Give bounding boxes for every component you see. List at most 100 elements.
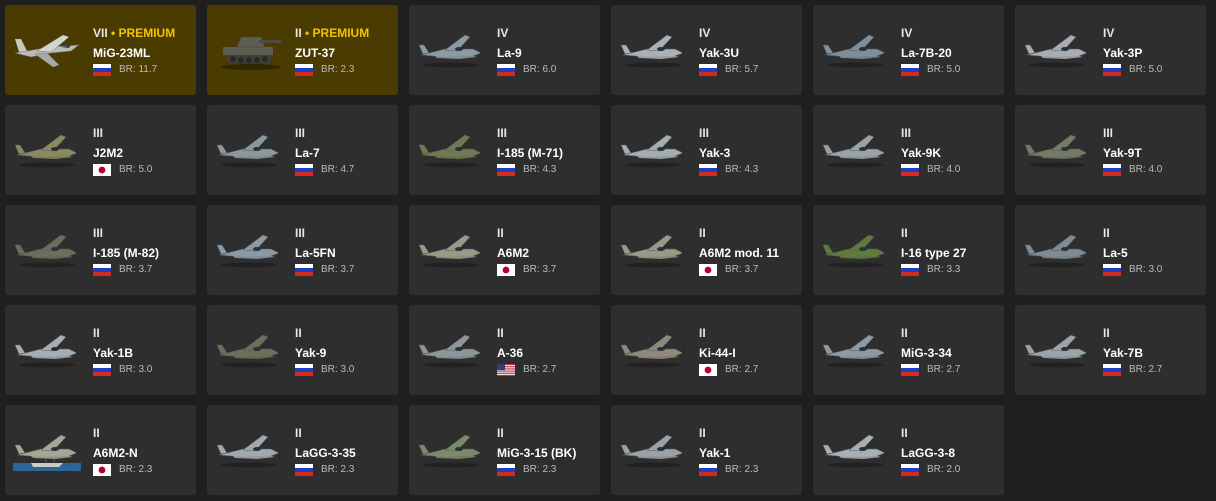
- vehicle-meta: BR: 2.3: [295, 63, 394, 76]
- battle-rating: BR: 5.7: [725, 63, 759, 75]
- plane-thumbnail-icon: [1021, 323, 1093, 375]
- vehicle-rank: III: [497, 126, 596, 140]
- rank-numeral: II: [93, 426, 100, 440]
- vehicle-meta: BR: 6.0: [497, 63, 596, 76]
- battle-rating: BR: 5.0: [927, 63, 961, 75]
- rank-numeral: IV: [497, 26, 509, 40]
- vehicle-card-yak-9t[interactable]: III Yak-9T BR: 4.0: [1015, 105, 1206, 195]
- vehicle-card-mig-3-34[interactable]: II MiG-3-34 BR: 2.7: [813, 305, 1004, 395]
- vehicle-rank: VII • PREMIUM: [93, 26, 192, 40]
- japan-flag-icon: [93, 463, 111, 476]
- vehicle-info: III Yak-3 BR: 4.3: [699, 126, 798, 176]
- vehicle-card-yak-9[interactable]: II Yak-9 BR: 3.0: [207, 305, 398, 395]
- vehicle-name: Yak-1B: [93, 346, 134, 360]
- ussr-flag-icon: [1103, 63, 1121, 76]
- vehicle-card-yak-9k[interactable]: III Yak-9K BR: 4.0: [813, 105, 1004, 195]
- vehicle-card-yak-3[interactable]: III Yak-3 BR: 4.3: [611, 105, 802, 195]
- plane-thumbnail-icon: [617, 223, 689, 275]
- rank-numeral: II: [699, 326, 706, 340]
- vehicle-card-i-16-type-27[interactable]: II I-16 type 27 BR: 3.3: [813, 205, 1004, 295]
- battle-rating: BR: 5.0: [119, 163, 153, 175]
- vehicle-card-lagg-3-8[interactable]: II LaGG-3-8 BR: 2.0: [813, 405, 1004, 495]
- vehicle-name: Yak-9K: [901, 146, 942, 160]
- vehicle-name: La-9: [497, 46, 522, 60]
- vehicle-card-la-5[interactable]: II La-5 BR: 3.0: [1015, 205, 1206, 295]
- premium-label: PREMIUM: [312, 26, 370, 40]
- battle-rating: BR: 3.0: [321, 363, 355, 375]
- vehicle-info: II Yak-7B BR: 2.7: [1103, 326, 1202, 376]
- plane-thumbnail-icon: [415, 23, 487, 75]
- vehicle-name: A6M2-N: [93, 446, 138, 460]
- vehicle-name: MiG-3-15 (BK): [497, 446, 577, 460]
- plane-thumbnail-icon: [415, 323, 487, 375]
- ussr-flag-icon: [699, 163, 717, 176]
- vehicle-rank: II: [93, 326, 192, 340]
- vehicle-card-yak-1[interactable]: II Yak-1 BR: 2.3: [611, 405, 802, 495]
- floatplane-thumbnail-icon: [11, 423, 83, 475]
- vehicle-card-yak-3p[interactable]: IV Yak-3P BR: 5.0: [1015, 5, 1206, 95]
- vehicle-card-la-5fn[interactable]: III La-5FN BR: 3.7: [207, 205, 398, 295]
- vehicle-card-a6m2[interactable]: II A6M2 BR: 3.7: [409, 205, 600, 295]
- vehicle-card-yak-1b[interactable]: II Yak-1B BR: 3.0: [5, 305, 196, 395]
- vehicle-meta: BR: 4.3: [699, 163, 798, 176]
- vehicle-card-yak-3u[interactable]: IV Yak-3U BR: 5.7: [611, 5, 802, 95]
- vehicle-rank: II • PREMIUM: [295, 26, 394, 40]
- ussr-flag-icon: [497, 63, 515, 76]
- vehicle-meta: BR: 3.7: [497, 263, 596, 276]
- battle-rating: BR: 3.7: [321, 263, 355, 275]
- plane-thumbnail-icon: [617, 123, 689, 175]
- ussr-flag-icon: [497, 463, 515, 476]
- ussr-flag-icon: [93, 363, 111, 376]
- vehicle-info: III Yak-9K BR: 4.0: [901, 126, 1000, 176]
- ussr-flag-icon: [901, 263, 919, 276]
- rank-numeral: III: [699, 126, 710, 140]
- vehicle-meta: BR: 2.7: [1103, 363, 1202, 376]
- rank-numeral: II: [295, 326, 302, 340]
- vehicle-card-i-185-m-82[interactable]: III I-185 (M-82) BR: 3.7: [5, 205, 196, 295]
- vehicle-card-ki-44-i[interactable]: II Ki-44-I BR: 2.7: [611, 305, 802, 395]
- vehicle-card-la-9[interactable]: IV La-9 BR: 6.0: [409, 5, 600, 95]
- rank-numeral: II: [295, 26, 302, 40]
- rank-numeral: IV: [699, 26, 711, 40]
- battle-rating: BR: 2.3: [523, 463, 557, 475]
- premium-separator: •: [301, 26, 313, 40]
- vehicle-rank: II: [699, 426, 798, 440]
- vehicle-card-la-7[interactable]: III La-7 BR: 4.7: [207, 105, 398, 195]
- rank-numeral: II: [901, 326, 908, 340]
- vehicle-card-mig-23ml[interactable]: VII • PREMIUM MiG-23ML BR: 11.7: [5, 5, 196, 95]
- vehicle-info: III Yak-9T BR: 4.0: [1103, 126, 1202, 176]
- plane-thumbnail-icon: [213, 223, 285, 275]
- vehicle-card-a-36[interactable]: II A-36 BR: 2.7: [409, 305, 600, 395]
- vehicle-card-zut-37[interactable]: II • PREMIUM ZUT-37 BR: 2.3: [207, 5, 398, 95]
- vehicle-info: IV Yak-3U BR: 5.7: [699, 26, 798, 76]
- vehicle-meta: BR: 11.7: [93, 63, 192, 76]
- vehicle-meta: BR: 2.7: [699, 363, 798, 376]
- battle-rating: BR: 2.0: [927, 463, 961, 475]
- vehicle-meta: BR: 4.0: [901, 163, 1000, 176]
- vehicle-card-a6m2-n[interactable]: II A6M2-N BR: 2.3: [5, 405, 196, 495]
- rank-numeral: II: [93, 326, 100, 340]
- vehicle-card-j2m2[interactable]: III J2M2 BR: 5.0: [5, 105, 196, 195]
- vehicle-card-yak-7b[interactable]: II Yak-7B BR: 2.7: [1015, 305, 1206, 395]
- vehicle-rank: II: [901, 426, 1000, 440]
- japan-flag-icon: [93, 163, 111, 176]
- rank-numeral: III: [497, 126, 508, 140]
- vehicle-card-lagg-3-35[interactable]: II LaGG-3-35 BR: 2.3: [207, 405, 398, 495]
- battle-rating: BR: 2.3: [321, 463, 355, 475]
- plane-thumbnail-icon: [213, 423, 285, 475]
- premium-separator: •: [107, 26, 119, 40]
- vehicle-rank: II: [699, 326, 798, 340]
- vehicle-name: La-5: [1103, 246, 1128, 260]
- plane-thumbnail-icon: [617, 423, 689, 475]
- vehicle-card-a6m2-mod-11[interactable]: II A6M2 mod. 11 BR: 3.7: [611, 205, 802, 295]
- vehicle-name: Yak-9T: [1103, 146, 1142, 160]
- vehicle-info: II A6M2 BR: 3.7: [497, 226, 596, 276]
- vehicle-card-i-185-m-71[interactable]: III I-185 (M-71) BR: 4.3: [409, 105, 600, 195]
- battle-rating: BR: 4.3: [523, 163, 557, 175]
- vehicle-card-mig-3-15-bk[interactable]: II MiG-3-15 (BK) BR: 2.3: [409, 405, 600, 495]
- vehicle-card-la-7b-20[interactable]: IV La-7B-20 BR: 5.0: [813, 5, 1004, 95]
- plane-thumbnail-icon: [617, 23, 689, 75]
- ussr-flag-icon: [1103, 163, 1121, 176]
- vehicle-rank: II: [497, 326, 596, 340]
- ussr-flag-icon: [295, 163, 313, 176]
